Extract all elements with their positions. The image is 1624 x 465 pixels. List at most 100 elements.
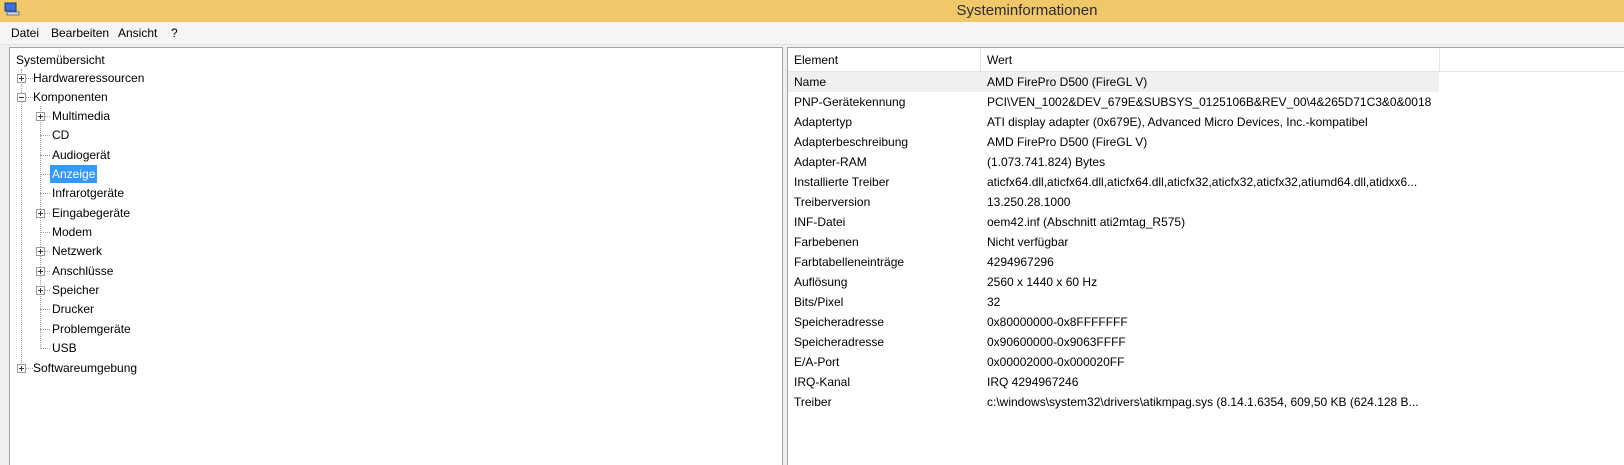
collapse-icon[interactable] [17, 93, 26, 102]
cell-element: Treiberversion [794, 195, 871, 209]
tree-item-label: Problemgeräte [52, 322, 131, 336]
menu-file[interactable]: Datei [11, 26, 39, 40]
cell-element: Installierte Treiber [794, 175, 890, 189]
tree-item-label: USB [52, 341, 77, 355]
table-row[interactable]: E/A-Port 0x00002000-0x000020FF [788, 352, 1439, 372]
tree-item-software-environment[interactable]: Softwareumgebung [10, 359, 770, 377]
column-divider[interactable] [1439, 48, 1440, 71]
table-row[interactable]: Farbtabelleneinträge 4294967296 [788, 252, 1439, 272]
table-row[interactable]: Installierte Treiber aticfx64.dll,aticfx6… [788, 172, 1439, 192]
cell-element: Adapter-RAM [794, 155, 867, 169]
column-header-value[interactable]: Wert [987, 53, 1012, 67]
cell-value: Nicht verfügbar [987, 235, 1069, 249]
column-header-element[interactable]: Element [794, 53, 838, 67]
expand-icon[interactable] [36, 267, 45, 276]
cell-value: 0x90600000-0x9063FFFF [987, 335, 1126, 349]
table-row[interactable]: Adapter-RAM (1.073.741.824) Bytes [788, 152, 1439, 172]
tree-item-components[interactable]: Komponenten [10, 88, 770, 106]
tree-item-usb[interactable]: USB [10, 339, 770, 357]
tree-item-label: Komponenten [33, 90, 108, 104]
cell-element: PNP-Gerätekennung [794, 95, 906, 109]
tree-item-cd[interactable]: CD [10, 126, 770, 144]
tree-item-label: Eingabegeräte [52, 206, 131, 220]
cell-value: IRQ 4294967246 [987, 375, 1079, 389]
cell-element: Adapterbeschreibung [794, 135, 909, 149]
tree-item-label: Drucker [52, 302, 95, 316]
menu-edit[interactable]: Bearbeiten [51, 26, 109, 40]
tree-item-infrared-devices[interactable]: Infrarotgeräte [10, 184, 770, 202]
menu-help[interactable]: ? [171, 26, 178, 40]
cell-element: Adaptertyp [794, 115, 853, 129]
tree-item-storage[interactable]: Speicher [10, 281, 770, 299]
table-row[interactable]: Treiberversion 13.250.28.1000 [788, 192, 1439, 212]
tree-connector [40, 135, 50, 136]
cell-value: aticfx64.dll,aticfx64.dll,aticfx64.dll,a… [987, 175, 1418, 189]
tree-item-problem-devices[interactable]: Problemgeräte [10, 320, 770, 338]
table-row[interactable]: INF-Datei oem42.inf (Abschnitt ati2mtag_R… [788, 212, 1439, 232]
expand-icon[interactable] [36, 209, 45, 218]
table-row[interactable]: Name AMD FirePro D500 (FireGL V) [788, 72, 1439, 92]
cell-element: Farbtabelleneinträge [794, 255, 905, 269]
cell-element: Speicheradresse [794, 335, 885, 349]
cell-element: Speicheradresse [794, 315, 885, 329]
cell-element: Bits/Pixel [794, 295, 844, 309]
tree-connector [40, 329, 50, 330]
expand-icon[interactable] [36, 112, 45, 121]
tree-connector [40, 348, 50, 349]
tree-item-hardware-resources[interactable]: Hardwareressourcen [10, 69, 770, 87]
tree-item-modem[interactable]: Modem [10, 223, 770, 241]
table-row[interactable]: Adapterbeschreibung AMD FirePro D500 (Fir… [788, 132, 1439, 152]
tree-item-label: Infrarotgeräte [52, 186, 125, 200]
tree-connector [40, 232, 50, 233]
cell-value: 32 [987, 295, 1001, 309]
expand-icon[interactable] [17, 74, 26, 83]
tree-item-network[interactable]: Netzwerk [10, 242, 770, 260]
tree-item-audio-device[interactable]: Audiogerät [10, 146, 770, 164]
cell-value: ATI display adapter (0x679E), Advanced M… [987, 115, 1368, 129]
table-row[interactable]: IRQ-Kanal IRQ 4294967246 [788, 372, 1439, 392]
category-tree[interactable]: Systemübersicht Hardwareressourcen Kompo… [9, 47, 783, 465]
tree-item-label: Netzwerk [52, 244, 103, 258]
table-row[interactable]: Farbebenen Nicht verfügbar [788, 232, 1439, 252]
tree-item-display[interactable]: Anzeige [10, 165, 770, 183]
tree-item-label: Anschlüsse [52, 264, 114, 278]
menu-bar: Datei Bearbeiten Ansicht ? [0, 22, 1624, 45]
tree-item-label: Hardwareressourcen [33, 71, 145, 85]
cell-element: Auflösung [794, 275, 848, 289]
tree-item-input-devices[interactable]: Eingabegeräte [10, 204, 770, 222]
expand-icon[interactable] [36, 286, 45, 295]
table-row[interactable]: Adaptertyp ATI display adapter (0x679E), … [788, 112, 1439, 132]
cell-value: AMD FirePro D500 (FireGL V) [987, 75, 1148, 89]
tree-item-system-summary[interactable]: Systemübersicht [10, 51, 770, 69]
cell-value: 13.250.28.1000 [987, 195, 1071, 209]
cell-element: Farbebenen [794, 235, 859, 249]
details-list[interactable]: Element Wert Name AMD FirePro D500 (FireG… [787, 47, 1624, 465]
cell-value: 0x00002000-0x000020FF [987, 355, 1125, 369]
table-row[interactable]: Auflösung 2560 x 1440 x 60 Hz [788, 272, 1439, 292]
tree-item-multimedia[interactable]: Multimedia [10, 107, 770, 125]
cell-value: 2560 x 1440 x 60 Hz [987, 275, 1098, 289]
table-row[interactable]: Speicheradresse 0x90600000-0x9063FFFF [788, 332, 1439, 352]
tree-item-label: CD [52, 128, 70, 142]
cell-value: (1.073.741.824) Bytes [987, 155, 1106, 169]
tree-connector [40, 174, 50, 175]
tree-item-printers[interactable]: Drucker [10, 300, 770, 318]
cell-element: INF-Datei [794, 215, 846, 229]
tree-connector [40, 193, 50, 194]
cell-element: IRQ-Kanal [794, 375, 851, 389]
tree-connector [40, 155, 50, 156]
table-row[interactable]: Speicheradresse 0x80000000-0x8FFFFFFF [788, 312, 1439, 332]
menu-view[interactable]: Ansicht [118, 26, 157, 40]
tree-item-label: Multimedia [52, 109, 111, 123]
cell-value: 4294967296 [987, 255, 1054, 269]
table-row[interactable]: Bits/Pixel 32 [788, 292, 1439, 312]
tree-item-ports[interactable]: Anschlüsse [10, 262, 770, 280]
expand-icon[interactable] [36, 247, 45, 256]
tree-item-label: Audiogerät [52, 148, 111, 162]
column-divider[interactable] [980, 48, 981, 71]
window-title: Systeminformationen [956, 2, 1098, 19]
table-row[interactable]: Treiber c:\windows\system32\drivers\atikm… [788, 392, 1439, 412]
expand-icon[interactable] [17, 364, 26, 373]
table-row[interactable]: PNP-Gerätekennung PCI\VEN_1002&DEV_679E&S… [788, 92, 1439, 112]
tree-item-label: Systemübersicht [16, 53, 105, 67]
